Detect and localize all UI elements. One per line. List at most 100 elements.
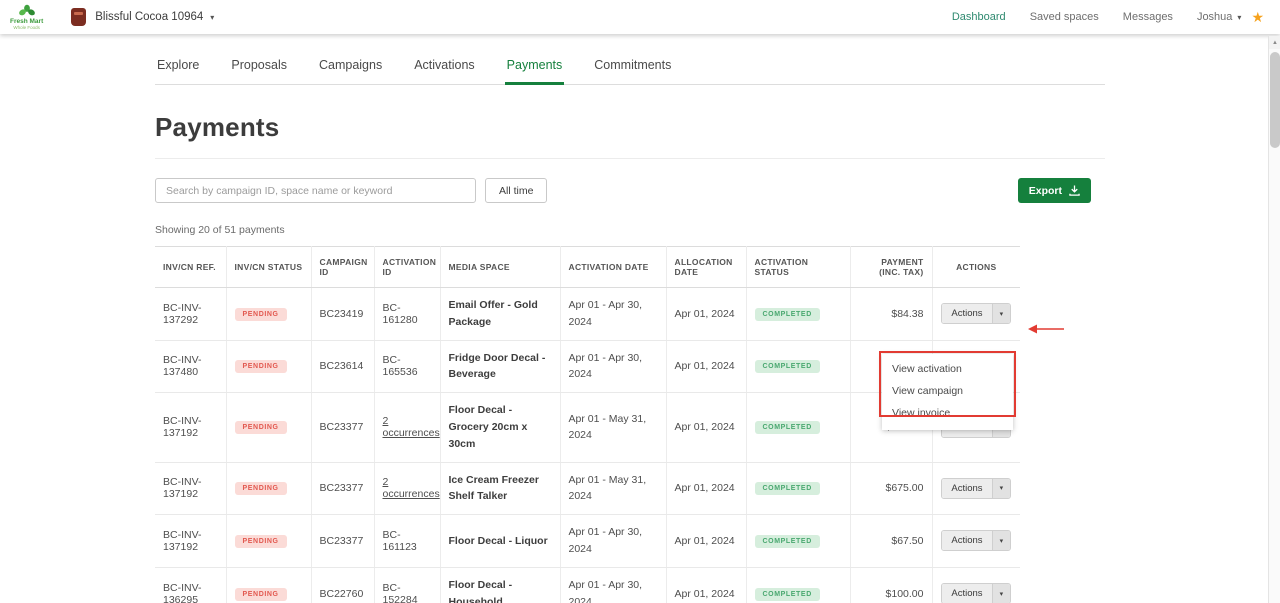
scrollbar-up-icon[interactable]: ▲ bbox=[1269, 36, 1280, 49]
occurrences-link[interactable]: 2 occurrences bbox=[383, 476, 440, 500]
actions-cell: Actions▾ bbox=[932, 567, 1020, 603]
inv-status-badge: PENDING bbox=[235, 482, 287, 495]
toolbar: All time Export bbox=[155, 178, 1091, 203]
occurrences-link[interactable]: 2 occurrences bbox=[383, 415, 440, 439]
actions-button-label: Actions bbox=[942, 304, 991, 323]
inv-status-badge: PENDING bbox=[235, 588, 287, 601]
results-summary: Showing 20 of 51 payments bbox=[155, 224, 1280, 236]
inv-status-badge: PENDING bbox=[235, 360, 287, 373]
column-header: ACTIVATION DATE bbox=[560, 247, 666, 288]
inv-status-cell: PENDING bbox=[226, 567, 311, 603]
export-button-label: Export bbox=[1029, 185, 1062, 197]
column-header: PAYMENT (INC. TAX) bbox=[850, 247, 932, 288]
activation-date-cell: Apr 01 - May 31, 2024 bbox=[560, 462, 666, 515]
workspace-name: Blissful Cocoa 10964 bbox=[95, 11, 203, 23]
inv-ref-cell: BC-INV-137292 bbox=[155, 288, 226, 341]
logo-subtext: Whole Foods bbox=[13, 26, 40, 31]
topnav-joshua[interactable]: Joshua▾ bbox=[1197, 11, 1242, 23]
inv-status-badge: PENDING bbox=[235, 421, 287, 434]
actions-button-label: Actions bbox=[942, 584, 991, 603]
activation-status-cell: COMPLETED bbox=[746, 288, 850, 341]
actions-button-label: Actions bbox=[942, 531, 991, 550]
chevron-down-icon[interactable]: ▾ bbox=[992, 304, 1011, 323]
tab-activations[interactable]: Activations bbox=[412, 58, 476, 84]
activation-status-badge: COMPLETED bbox=[755, 588, 820, 601]
menu-item-view-campaign[interactable]: View campaign bbox=[882, 381, 1013, 403]
column-header: CAMPAIGN ID bbox=[311, 247, 374, 288]
table-row: BC-INV-137192 PENDING BC23377 2 occurrences… bbox=[155, 462, 1020, 515]
table-row: BC-INV-137192PENDINGBC23377BC-161123Floo… bbox=[155, 515, 1020, 568]
activation-id-cell: 2 occurrences bbox=[374, 393, 440, 462]
chevron-down-icon[interactable]: ▾ bbox=[992, 531, 1011, 550]
campaign-id-cell: BC23377 bbox=[311, 462, 374, 515]
tabs: Explore Proposals Campaigns Activations Paym… bbox=[155, 58, 1105, 85]
inv-status-cell: PENDING bbox=[226, 462, 311, 515]
tab-campaigns[interactable]: Campaigns bbox=[317, 58, 384, 84]
chevron-down-icon[interactable]: ▾ bbox=[992, 479, 1011, 498]
activation-status-cell: COMPLETED bbox=[746, 393, 850, 462]
media-space-cell: Floor Decal - Liquor bbox=[440, 515, 560, 568]
inv-status-badge: PENDING bbox=[235, 308, 287, 321]
tab-payments[interactable]: Payments bbox=[505, 58, 565, 84]
activation-status-cell: COMPLETED bbox=[746, 462, 850, 515]
menu-item-view-activation[interactable]: View activation bbox=[882, 359, 1013, 381]
column-header: INV/CN REF. bbox=[155, 247, 226, 288]
workspace-selector[interactable]: Blissful Cocoa 10964 ▾ bbox=[95, 11, 214, 23]
topnav-messages[interactable]: Messages bbox=[1123, 11, 1173, 23]
actions-button[interactable]: Actions▾ bbox=[941, 530, 1011, 551]
chevron-down-icon: ▾ bbox=[1237, 13, 1241, 22]
campaign-id-cell: BC22760 bbox=[311, 567, 374, 603]
inv-status-cell: PENDING bbox=[226, 340, 311, 393]
topnav-saved-spaces[interactable]: Saved spaces bbox=[1030, 11, 1099, 23]
column-header: ALLOCATION DATE bbox=[666, 247, 746, 288]
allocation-date-cell: Apr 01, 2024 bbox=[666, 515, 746, 568]
fresh-mart-logo[interactable]: Fresh Mart Whole Foods bbox=[10, 4, 43, 30]
actions-button[interactable]: Actions▾ bbox=[941, 303, 1011, 324]
payment-cell: $675.00 bbox=[850, 462, 932, 515]
table-row: BC-INV-136295PENDINGBC22760BC-152284Floo… bbox=[155, 567, 1020, 603]
media-space-cell: Fridge Door Decal - Beverage bbox=[440, 340, 560, 393]
actions-dropdown-menu: View activationView campaignView invoice bbox=[882, 354, 1013, 430]
topnav-dashboard[interactable]: Dashboard bbox=[952, 11, 1006, 23]
activation-id-cell: BC-152284 bbox=[374, 567, 440, 603]
column-header: ACTIVATION ID bbox=[374, 247, 440, 288]
media-space-cell: Floor Decal - Household bbox=[440, 567, 560, 603]
tab-proposals[interactable]: Proposals bbox=[229, 58, 289, 84]
activation-status-cell: COMPLETED bbox=[746, 340, 850, 393]
table-header: INV/CN REF.INV/CN STATUSCAMPAIGN IDACTIV… bbox=[155, 247, 1020, 288]
payments-table-body: BC-INV-137292PENDINGBC23419BC-161280Emai… bbox=[155, 288, 1020, 603]
scrollbar-thumb[interactable] bbox=[1270, 52, 1280, 148]
scrollbar[interactable]: ▲ bbox=[1268, 36, 1280, 603]
activation-date-cell: Apr 01 - May 31, 2024 bbox=[560, 393, 666, 462]
chevron-down-icon[interactable]: ▾ bbox=[992, 584, 1011, 603]
actions-button[interactable]: Actions▾ bbox=[941, 583, 1011, 603]
inv-ref-cell: BC-INV-137192 bbox=[155, 462, 226, 515]
actions-cell: Actions▾ bbox=[932, 462, 1020, 515]
menu-item-view-invoice[interactable]: View invoice bbox=[882, 403, 1013, 425]
activation-status-cell: COMPLETED bbox=[746, 515, 850, 568]
export-button[interactable]: Export bbox=[1018, 178, 1091, 203]
activation-status-badge: COMPLETED bbox=[755, 482, 820, 495]
download-icon bbox=[1069, 185, 1080, 196]
tab-explore[interactable]: Explore bbox=[155, 58, 201, 84]
star-icon[interactable]: ★ bbox=[1251, 10, 1264, 24]
activation-status-cell: COMPLETED bbox=[746, 567, 850, 603]
column-header: INV/CN STATUS bbox=[226, 247, 311, 288]
tab-commitments[interactable]: Commitments bbox=[592, 58, 673, 84]
workspace-brand-icon bbox=[71, 8, 86, 26]
column-header: ACTIONS bbox=[932, 247, 1020, 288]
campaign-id-cell: BC23419 bbox=[311, 288, 374, 341]
inv-status-cell: PENDING bbox=[226, 393, 311, 462]
allocation-date-cell: Apr 01, 2024 bbox=[666, 462, 746, 515]
search-input[interactable] bbox=[155, 178, 476, 203]
actions-button[interactable]: Actions▾ bbox=[941, 478, 1011, 499]
time-filter-button[interactable]: All time bbox=[485, 178, 547, 203]
allocation-date-cell: Apr 01, 2024 bbox=[666, 393, 746, 462]
campaign-id-cell: BC23377 bbox=[311, 515, 374, 568]
media-space-cell: Ice Cream Freezer Shelf Talker bbox=[440, 462, 560, 515]
activation-id-cell: 2 occurrences bbox=[374, 462, 440, 515]
activation-date-cell: Apr 01 - Apr 30, 2024 bbox=[560, 340, 666, 393]
actions-cell: Actions▾ bbox=[932, 288, 1020, 341]
activation-date-cell: Apr 01 - Apr 30, 2024 bbox=[560, 515, 666, 568]
inv-ref-cell: BC-INV-137192 bbox=[155, 515, 226, 568]
